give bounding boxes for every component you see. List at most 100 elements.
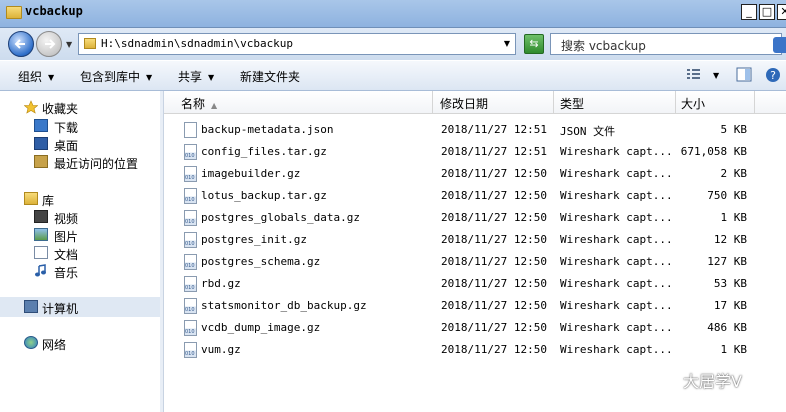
file-name: lotus_backup.tar.gz (201, 189, 327, 202)
file-size: 53 KB (713, 277, 747, 290)
forward-button[interactable] (36, 31, 62, 57)
file-date: 2018/11/27 12:50 (441, 343, 547, 356)
file-size: 12 KB (713, 233, 747, 246)
file-type: JSON 文件 (560, 125, 616, 138)
address-dropdown-icon[interactable]: ▼ (500, 34, 514, 54)
column-header-type[interactable]: 类型 (560, 95, 584, 112)
share-button[interactable]: 共享 ▼ (178, 68, 214, 85)
file-row[interactable]: 010 lotus_backup.tar.gz 2018/11/27 12:50 Wi… (164, 185, 786, 207)
column-divider[interactable] (675, 91, 676, 113)
search-icon[interactable] (773, 37, 786, 53)
column-divider[interactable] (432, 91, 433, 113)
folder-icon (84, 38, 96, 49)
file-size: 486 KB (707, 321, 747, 334)
column-header-row: 名称 ▲ 修改日期 类型 大小 (164, 91, 786, 114)
nav-recent-places[interactable]: 最近访问的位置 (54, 155, 138, 172)
file-size: 1 KB (720, 343, 748, 356)
wechat-icon (656, 370, 680, 388)
nav-downloads[interactable]: 下载 (54, 119, 78, 136)
column-header-size[interactable]: 大小 (681, 95, 705, 112)
file-size: 671,058 KB (680, 145, 747, 158)
nav-pictures[interactable]: 图片 (54, 228, 78, 245)
network-icon (24, 336, 38, 349)
title-bar: vcbackup _ □ ✕ (0, 0, 786, 28)
file-size: 5 KB (720, 123, 748, 136)
new-folder-button[interactable]: 新建文件夹 (240, 68, 300, 85)
folder-icon (6, 6, 22, 19)
downloads-icon (34, 119, 48, 132)
file-size: 1 KB (720, 211, 748, 224)
file-row[interactable]: backup-metadata.json 2018/11/27 12:51 JSON… (164, 119, 786, 141)
gz-file-icon: 010 (184, 166, 197, 182)
search-input[interactable]: 搜索 vcbackup (550, 33, 786, 55)
file-row[interactable]: 010 imagebuilder.gz 2018/11/27 12:50 Wiresh… (164, 163, 786, 185)
file-size: 750 KB (707, 189, 747, 202)
help-icon[interactable]: ? (765, 67, 781, 86)
file-row[interactable]: 010 statsmonitor_db_backup.gz 2018/11/27 1… (164, 295, 786, 317)
column-header-name[interactable]: 名称 ▲ (181, 95, 217, 112)
view-dropdown-chevron-icon[interactable]: ▼ (713, 71, 719, 80)
gz-file-icon: 010 (184, 342, 197, 358)
file-row[interactable]: 010 postgres_schema.gz 2018/11/27 12:50 Wir… (164, 251, 786, 273)
gz-file-icon: 010 (184, 232, 197, 248)
libraries-icon (24, 192, 38, 205)
file-row[interactable]: 010 rbd.gz 2018/11/27 12:50 Wireshark capt.… (164, 273, 786, 295)
window-title: vcbackup (25, 4, 83, 18)
file-name: config_files.tar.gz (201, 145, 327, 158)
file-name: postgres_init.gz (201, 233, 307, 246)
file-date: 2018/11/27 12:50 (441, 167, 547, 180)
json-file-icon (184, 122, 197, 138)
file-name: vcdb_dump_image.gz (201, 321, 321, 334)
address-field[interactable]: H:\sdnadmin\sdnadmin\vcbackup (78, 33, 516, 55)
file-row[interactable]: 010 postgres_globals_data.gz 2018/11/27 12… (164, 207, 786, 229)
nav-network[interactable]: 网络 (42, 336, 66, 353)
gz-file-icon: 010 (184, 144, 197, 160)
nav-desktop[interactable]: 桌面 (54, 137, 78, 154)
address-path: H:\sdnadmin\sdnadmin\vcbackup (101, 37, 294, 50)
file-row[interactable]: 010 config_files.tar.gz 2018/11/27 12:51 Wi… (164, 141, 786, 163)
gz-file-icon: 010 (184, 320, 197, 336)
file-date: 2018/11/27 12:50 (441, 321, 547, 334)
file-date: 2018/11/27 12:50 (441, 233, 547, 246)
command-bar: 组织 ▼ 包含到库中 ▼ 共享 ▼ 新建文件夹 ▼ ? (0, 61, 786, 91)
nav-videos[interactable]: 视频 (54, 210, 78, 227)
view-options-icon[interactable] (686, 67, 702, 84)
nav-documents[interactable]: 文档 (54, 246, 78, 263)
refresh-button[interactable]: ⇆ (524, 34, 544, 54)
minimize-button[interactable]: _ (741, 4, 757, 20)
music-note-icon (34, 264, 48, 277)
star-icon (23, 100, 39, 114)
back-arrow-icon (14, 39, 25, 49)
column-divider[interactable] (553, 91, 554, 113)
close-button[interactable]: ✕ (777, 4, 786, 20)
file-date: 2018/11/27 12:50 (441, 189, 547, 202)
maximize-button[interactable]: □ (759, 4, 775, 20)
file-name: vum.gz (201, 343, 241, 356)
column-divider[interactable] (754, 91, 755, 113)
desktop-icon (34, 137, 48, 150)
file-name: backup-metadata.json (201, 123, 334, 136)
file-size: 2 KB (720, 167, 748, 180)
nav-favorites[interactable]: 收藏夹 (42, 100, 78, 117)
file-date: 2018/11/27 12:50 (441, 211, 547, 224)
file-name: postgres_schema.gz (201, 255, 321, 268)
file-date: 2018/11/27 12:50 (441, 299, 547, 312)
recent-pages-chevron-icon[interactable]: ▼ (66, 40, 72, 49)
gz-file-icon: 010 (184, 188, 197, 204)
file-row[interactable]: 010 postgres_init.gz 2018/11/27 12:50 Wires… (164, 229, 786, 251)
file-row[interactable]: 010 vum.gz 2018/11/27 12:50 Wireshark capt.… (164, 339, 786, 361)
file-name: imagebuilder.gz (201, 167, 301, 180)
include-in-library-button[interactable]: 包含到库中 ▼ (80, 68, 152, 85)
file-row[interactable]: 010 vcdb_dump_image.gz 2018/11/27 12:50 Wir… (164, 317, 786, 339)
preview-pane-icon[interactable] (736, 67, 752, 85)
column-header-date[interactable]: 修改日期 (440, 95, 488, 112)
gz-file-icon: 010 (184, 298, 197, 314)
back-button[interactable] (8, 31, 34, 57)
nav-music[interactable]: 音乐 (54, 264, 78, 281)
file-date: 2018/11/27 12:50 (441, 255, 547, 268)
organize-button[interactable]: 组织 ▼ (18, 68, 54, 85)
address-bar-area: ▼ H:\sdnadmin\sdnadmin\vcbackup ▼ ⇆ 搜索 v… (0, 28, 786, 60)
nav-libraries[interactable]: 库 (42, 192, 54, 209)
nav-computer[interactable]: 计算机 (42, 300, 78, 317)
watermark-text: 大居学V (683, 372, 742, 391)
